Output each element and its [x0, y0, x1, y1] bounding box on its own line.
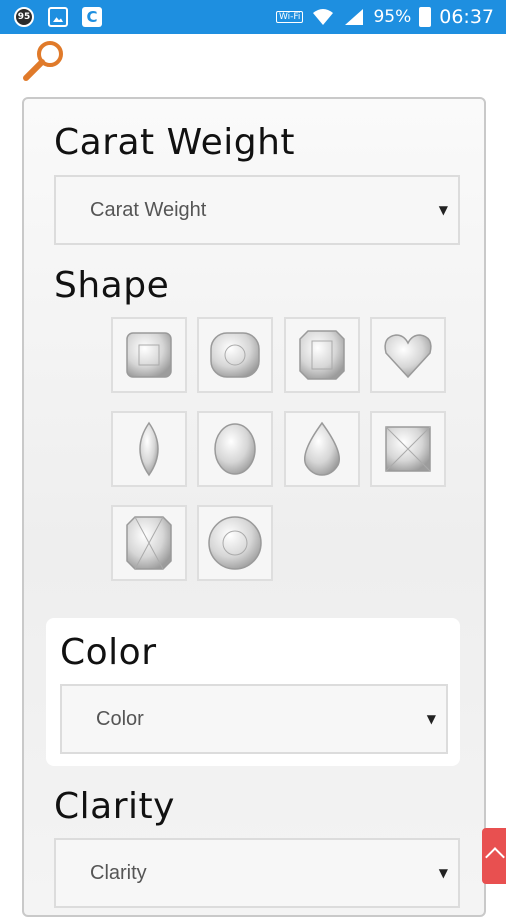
- clarity-select[interactable]: Clarity ▼: [54, 838, 460, 908]
- shape-option-pear[interactable]: [284, 411, 360, 487]
- clarity-select-value: Clarity: [90, 862, 147, 884]
- shape-option-marquise[interactable]: [111, 411, 187, 487]
- carat-weight-select-value: Carat Weight: [90, 199, 207, 221]
- wifi-icon: [313, 9, 334, 25]
- shape-option-emerald[interactable]: [284, 317, 360, 393]
- status-bar: 95 C Wi-Fi 95% 06:37: [0, 0, 506, 34]
- color-select-value: Color: [96, 708, 144, 730]
- shape-option-heart[interactable]: [370, 317, 446, 393]
- battery-percent: 95%: [373, 7, 412, 27]
- signal-icon: [345, 9, 364, 25]
- shape-option-asscher[interactable]: [111, 317, 187, 393]
- clock: 06:37: [439, 6, 494, 28]
- shape-option-cushion[interactable]: [197, 317, 273, 393]
- clarity-heading: Clarity: [54, 786, 175, 827]
- shape-option-princess[interactable]: [370, 411, 446, 487]
- shape-option-oval[interactable]: [197, 411, 273, 487]
- chevron-down-icon: ▼: [438, 866, 448, 880]
- asscher-diamond-icon: [126, 332, 172, 378]
- scroll-to-top-button[interactable]: [482, 828, 506, 884]
- emerald-diamond-icon: [299, 330, 345, 380]
- carat-weight-heading: Carat Weight: [54, 122, 296, 163]
- status-right: Wi-Fi 95% 06:37: [275, 0, 494, 34]
- color-select[interactable]: Color ▼: [60, 684, 448, 754]
- carat-weight-select[interactable]: Carat Weight ▼: [54, 175, 460, 245]
- chevron-down-icon: ▼: [438, 203, 448, 217]
- color-heading: Color: [60, 632, 157, 673]
- shape-option-radiant[interactable]: [111, 505, 187, 581]
- cushion-diamond-icon: [210, 332, 260, 378]
- pear-diamond-icon: [304, 421, 340, 476]
- app-g-icon: C: [82, 7, 102, 27]
- notification-badge-icon: 95: [14, 7, 34, 27]
- wifi-calling-label: Wi-Fi: [275, 11, 304, 23]
- princess-diamond-icon: [385, 426, 431, 472]
- gallery-icon: [48, 7, 68, 27]
- round-diamond-icon: [208, 516, 262, 570]
- shape-option-round[interactable]: [197, 505, 273, 581]
- shape-heading: Shape: [54, 265, 170, 306]
- battery-icon: [419, 7, 432, 27]
- heart-diamond-icon: [384, 334, 432, 379]
- chevron-down-icon: ▼: [426, 712, 436, 726]
- oval-diamond-icon: [214, 423, 256, 475]
- radiant-diamond-icon: [126, 516, 172, 570]
- marquise-diamond-icon: [139, 421, 159, 477]
- search-icon[interactable]: [20, 38, 68, 82]
